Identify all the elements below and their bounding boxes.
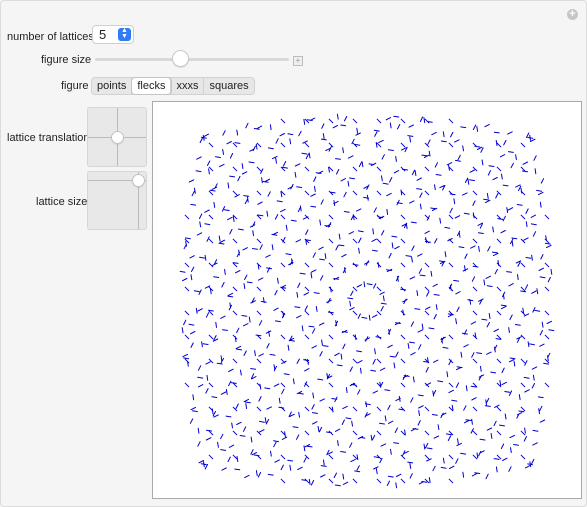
- flecks-group: [179, 113, 555, 489]
- size-label: lattice size: [36, 196, 88, 208]
- translation-knob[interactable]: [112, 132, 123, 143]
- quasicrystal-plot: [152, 101, 582, 499]
- figure-label: figure: [61, 80, 89, 92]
- flecks-canvas: [179, 113, 555, 489]
- lattices-value: 5: [99, 27, 107, 42]
- figure-segmented-control: points flecks xxxs squares: [91, 77, 255, 95]
- control-panel: + number of lattices 5 ▲ ▼ figure size + …: [0, 0, 587, 507]
- figure-size-slider-track[interactable]: [95, 58, 289, 61]
- size-knob[interactable]: [133, 175, 144, 186]
- flecks-path: [179, 113, 555, 489]
- figure-size-label: figure size: [41, 54, 92, 66]
- lattices-label: number of lattices: [7, 31, 94, 43]
- figure-option-flecks[interactable]: flecks: [132, 78, 172, 94]
- figure-size-slider-thumb[interactable]: [173, 51, 189, 66]
- translation-label: lattice translation: [7, 132, 90, 144]
- add-icon[interactable]: +: [567, 9, 578, 20]
- lattice-translation-pad[interactable]: [87, 107, 147, 167]
- expand-plus-icon[interactable]: +: [293, 56, 303, 66]
- lattice-size-pad[interactable]: [87, 171, 147, 230]
- figure-option-squares[interactable]: squares: [204, 78, 253, 94]
- figure-option-points[interactable]: points: [92, 78, 133, 94]
- lattices-select[interactable]: 5 ▲ ▼: [92, 25, 134, 44]
- updown-chevron-icon: ▲ ▼: [118, 27, 131, 41]
- figure-option-xxxs[interactable]: xxxs: [171, 78, 205, 94]
